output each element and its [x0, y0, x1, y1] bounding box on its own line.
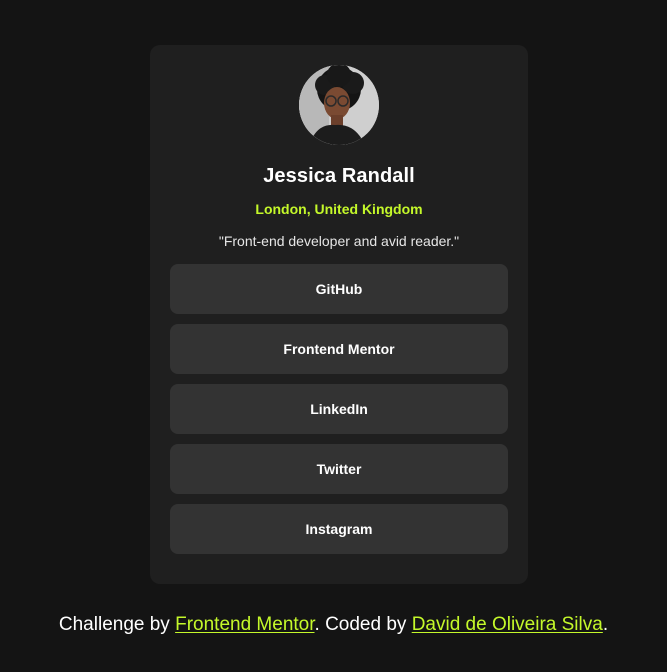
avatar	[299, 65, 379, 145]
footer-prefix: Challenge by	[58, 614, 176, 635]
twitter-link-button[interactable]: Twitter	[170, 444, 508, 494]
frontend-mentor-link-button[interactable]: Frontend Mentor	[170, 324, 508, 374]
profile-name: Jessica Randall	[263, 165, 415, 187]
profile-location: London, United Kingdom	[255, 201, 423, 217]
footer-suffix: .	[602, 614, 609, 635]
attribution-footer: Challenge by Frontend Mentor. Coded by D…	[0, 614, 667, 636]
social-links: GitHub Frontend Mentor LinkedIn Twitter …	[170, 264, 508, 554]
author-attribution-link[interactable]: David de Oliveira Silva	[412, 614, 603, 635]
instagram-link-button[interactable]: Instagram	[170, 504, 508, 554]
profile-card: Jessica Randall London, United Kingdom "…	[150, 45, 528, 584]
footer-middle: . Coded by	[314, 614, 412, 635]
github-link-button[interactable]: GitHub	[170, 264, 508, 314]
avatar-image	[299, 65, 379, 145]
frontend-mentor-attribution-link[interactable]: Frontend Mentor	[175, 614, 314, 635]
profile-bio: "Front-end developer and avid reader."	[218, 233, 460, 249]
linkedin-link-button[interactable]: LinkedIn	[170, 384, 508, 434]
